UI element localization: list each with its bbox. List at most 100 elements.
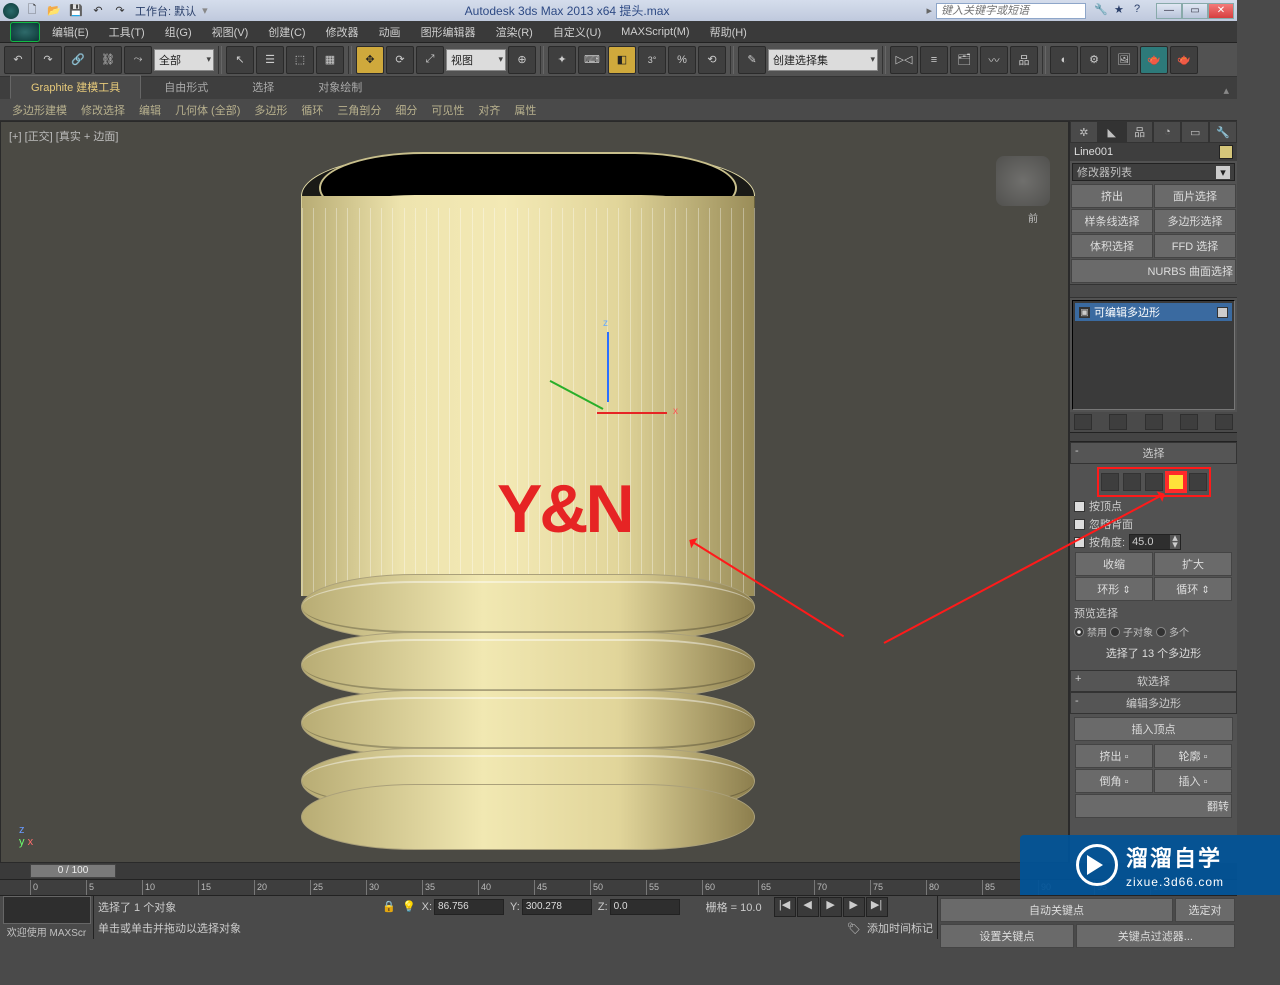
ignoreback-checkbox[interactable] bbox=[1074, 519, 1085, 530]
selected-button[interactable]: 选定对 bbox=[1175, 898, 1235, 922]
mod-polysel-button[interactable]: 多边形选择 bbox=[1154, 209, 1236, 233]
menu-rendering[interactable]: 渲染(R) bbox=[488, 21, 541, 43]
shrink-button[interactable]: 收缩 bbox=[1075, 552, 1153, 576]
menu-edit[interactable]: 编辑(E) bbox=[44, 21, 97, 43]
redo-button[interactable]: ↷ bbox=[34, 46, 62, 74]
close-button[interactable]: ✕ bbox=[1208, 3, 1234, 19]
ribbon-tab-graphite[interactable]: Graphite 建模工具 bbox=[10, 75, 141, 99]
coord-x-field[interactable]: 86.756 bbox=[434, 899, 504, 915]
setkey-button[interactable]: 设置关键点 bbox=[940, 924, 1074, 948]
minimize-button[interactable]: — bbox=[1156, 3, 1182, 19]
timetag-icon[interactable]: 🏷 bbox=[847, 922, 861, 935]
ribbon-tab-freeform[interactable]: 自由形式 bbox=[143, 75, 229, 99]
ribbon-polymodel[interactable]: 多边形建模 bbox=[6, 100, 73, 120]
undo-button[interactable]: ↶ bbox=[4, 46, 32, 74]
mod-patchsel-button[interactable]: 面片选择 bbox=[1154, 184, 1236, 208]
motion-tab-icon[interactable]: ◔ bbox=[1153, 121, 1181, 143]
modifier-list-dropdown[interactable]: 修改器列表 bbox=[1072, 163, 1235, 181]
poly-flip-button[interactable]: 翻转 bbox=[1075, 794, 1232, 818]
select-by-name-button[interactable]: ☰ bbox=[256, 46, 284, 74]
so-edge-icon[interactable] bbox=[1123, 473, 1141, 491]
poly-inset-button[interactable]: 插入 ▫ bbox=[1154, 769, 1232, 793]
select-button[interactable]: ↖ bbox=[226, 46, 254, 74]
autokey-button[interactable]: 自动关键点 bbox=[940, 898, 1173, 922]
redo-icon[interactable]: ↷ bbox=[111, 3, 129, 19]
spinner-snap-button[interactable]: ⟲ bbox=[698, 46, 726, 74]
keyboard-shortcut-button[interactable]: ⌨ bbox=[578, 46, 606, 74]
new-icon[interactable]: 🗋 bbox=[23, 3, 41, 19]
mirror-button[interactable]: ▷◁ bbox=[890, 46, 918, 74]
poly-outline-button[interactable]: 轮廓 ▫ bbox=[1154, 744, 1232, 768]
next-frame-icon[interactable]: ▶ bbox=[843, 897, 865, 917]
modifier-stack[interactable]: ▣ 可编辑多边形 bbox=[1072, 300, 1235, 410]
rollout-softsel-header[interactable]: +软选择 bbox=[1070, 670, 1237, 692]
ribbon-tab-paint[interactable]: 对象绘制 bbox=[297, 75, 383, 99]
object-color-swatch[interactable] bbox=[1219, 145, 1233, 159]
add-time-tag[interactable]: 添加时间标记 bbox=[867, 920, 933, 936]
angle-spinner[interactable]: ▴▾ bbox=[1129, 534, 1181, 550]
ribbon-modifysel[interactable]: 修改选择 bbox=[75, 100, 131, 120]
display-tab-icon[interactable]: ▭ bbox=[1181, 121, 1209, 143]
unique-icon[interactable] bbox=[1145, 414, 1163, 430]
ref-coord-dropdown[interactable]: 视图 bbox=[446, 49, 506, 71]
pin-stack-icon[interactable] bbox=[1074, 414, 1092, 430]
save-icon[interactable]: 💾 bbox=[67, 3, 85, 19]
named-sel-edit-button[interactable]: ✎ bbox=[738, 46, 766, 74]
render-setup-button[interactable]: ⚙ bbox=[1080, 46, 1108, 74]
mod-extrude-button[interactable]: 挤出 bbox=[1071, 184, 1153, 208]
prev-frame-icon[interactable]: ◀ bbox=[797, 897, 819, 917]
named-selection-dropdown[interactable]: 创建选择集 bbox=[768, 49, 878, 71]
mod-volsel-button[interactable]: 体积选择 bbox=[1071, 234, 1153, 258]
ribbon-visibility[interactable]: 可见性 bbox=[425, 100, 470, 120]
mod-splinesel-button[interactable]: 样条线选择 bbox=[1071, 209, 1153, 233]
modify-tab-icon[interactable]: ◣ bbox=[1098, 121, 1126, 143]
render-thumb[interactable] bbox=[3, 896, 91, 924]
selection-filter-dropdown[interactable]: 全部 bbox=[154, 49, 214, 71]
stack-expand-icon[interactable]: ▣ bbox=[1079, 307, 1090, 318]
menu-tools[interactable]: 工具(T) bbox=[101, 21, 153, 43]
render-frame-button[interactable]: 🖼 bbox=[1110, 46, 1138, 74]
move-button[interactable]: ✥ bbox=[356, 46, 384, 74]
viewcube[interactable] bbox=[996, 156, 1050, 206]
maximize-button[interactable]: ▭ bbox=[1182, 3, 1208, 19]
menu-create[interactable]: 创建(C) bbox=[260, 21, 313, 43]
ribbon-collapse-icon[interactable]: ▴ bbox=[1215, 82, 1237, 99]
help-icon[interactable]: ? bbox=[1134, 3, 1150, 19]
radio-disable[interactable] bbox=[1074, 627, 1084, 637]
menu-help[interactable]: 帮助(H) bbox=[702, 21, 755, 43]
ribbon-tab-selection[interactable]: 选择 bbox=[231, 75, 295, 99]
layer-button[interactable]: 🗂 bbox=[950, 46, 978, 74]
loop-button[interactable]: 循环 ⇕ bbox=[1154, 577, 1232, 601]
render-iterative-button[interactable]: 🫖 bbox=[1170, 46, 1198, 74]
mod-ffdsel-button[interactable]: FFD 选择 bbox=[1154, 234, 1236, 258]
goto-start-icon[interactable]: |◀ bbox=[774, 897, 796, 917]
help-search-input[interactable] bbox=[936, 3, 1086, 19]
unlink-button[interactable]: ⛓ bbox=[94, 46, 122, 74]
play-icon[interactable]: ▶ bbox=[820, 897, 842, 917]
keyfilter-button[interactable]: 关键点过滤器... bbox=[1076, 924, 1235, 948]
menu-group[interactable]: 组(G) bbox=[157, 21, 200, 43]
utilities-tab-icon[interactable]: 🔧 bbox=[1209, 121, 1237, 143]
viewport[interactable]: [+] [正交] [真实 + 边面] 前 Y&N z x z y x bbox=[0, 121, 1069, 863]
angle-snap-button[interactable]: 3° bbox=[638, 46, 666, 74]
menu-views[interactable]: 视图(V) bbox=[204, 21, 257, 43]
poly-extrude-button[interactable]: 挤出 ▫ bbox=[1075, 744, 1153, 768]
so-element-icon[interactable] bbox=[1189, 473, 1207, 491]
lock-icon[interactable]: 🔒 bbox=[382, 900, 396, 913]
byvertex-checkbox[interactable] bbox=[1074, 501, 1085, 512]
rotate-button[interactable]: ⟳ bbox=[386, 46, 414, 74]
ring-button[interactable]: 环形 ⇕ bbox=[1075, 577, 1153, 601]
app-logo[interactable] bbox=[3, 3, 19, 19]
so-vertex-icon[interactable] bbox=[1101, 473, 1119, 491]
rollout-editpoly-header[interactable]: -编辑多边形 bbox=[1070, 692, 1237, 714]
grow-button[interactable]: 扩大 bbox=[1154, 552, 1232, 576]
ribbon-align[interactable]: 对齐 bbox=[472, 100, 506, 120]
radio-multi[interactable] bbox=[1156, 627, 1166, 637]
menu-modifiers[interactable]: 修改器 bbox=[318, 21, 367, 43]
coord-z-field[interactable]: 0.0 bbox=[610, 899, 680, 915]
align-button[interactable]: ≡ bbox=[920, 46, 948, 74]
menu-customize[interactable]: 自定义(U) bbox=[545, 21, 609, 43]
menu-grapheditors[interactable]: 图形编辑器 bbox=[413, 21, 484, 43]
create-tab-icon[interactable]: ✲ bbox=[1070, 121, 1098, 143]
window-crossing-button[interactable]: ▦ bbox=[316, 46, 344, 74]
